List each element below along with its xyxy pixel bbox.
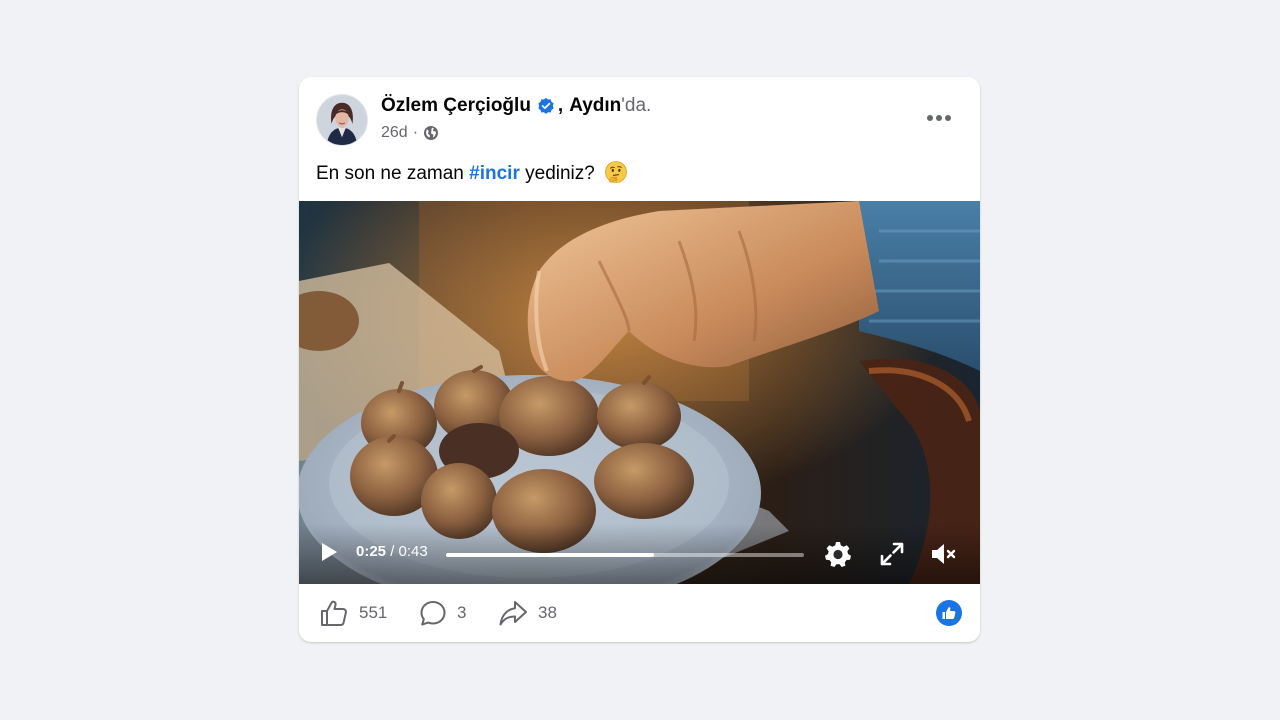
fullscreen-icon [880, 542, 904, 566]
like-count: 551 [359, 603, 388, 622]
meta-dot: · [412, 124, 419, 141]
share-count: 38 [538, 603, 557, 622]
settings-button[interactable] [824, 540, 852, 568]
post-meta: 26d · [381, 124, 439, 142]
engagement-bar: 551 3 38 [299, 584, 980, 642]
post-caption: En son ne zaman #incir yediniz? [316, 160, 628, 185]
share-button[interactable]: 38 [498, 584, 557, 642]
globe-icon[interactable] [423, 125, 439, 141]
comment-count: 3 [457, 603, 467, 622]
comment-bubble-icon [420, 601, 446, 626]
location-suffix: 'da. [621, 95, 652, 116]
author-avatar[interactable] [316, 94, 368, 146]
total-duration: 0:43 [398, 543, 428, 560]
author-line: Özlem Çerçioğlu , Aydın'da. [381, 95, 651, 117]
video-controls: 0:25 / 0:43 [299, 524, 980, 584]
author-name[interactable]: Özlem Çerçioğlu [381, 95, 531, 117]
fullscreen-button[interactable] [878, 540, 906, 568]
like-reaction-badge[interactable] [936, 600, 962, 626]
verified-badge-icon [537, 97, 555, 115]
post-timestamp[interactable]: 26d [381, 124, 408, 142]
video-progress-fill [446, 553, 654, 557]
more-options-icon [927, 115, 951, 121]
like-button[interactable]: 551 [319, 584, 387, 642]
video-player[interactable]: 0:25 / 0:43 [299, 201, 980, 584]
thinking-face-emoji-icon [604, 160, 628, 184]
location-link[interactable]: Aydın [569, 95, 621, 117]
hashtag-link[interactable]: #incir [469, 163, 520, 184]
play-button[interactable] [317, 540, 341, 564]
caption-text-before: En son ne zaman [316, 163, 470, 184]
thumbs-up-filled-icon [942, 607, 956, 619]
post-card: Özlem Çerçioğlu , Aydın'da. 26d · En son… [299, 77, 980, 642]
share-arrow-icon [499, 601, 527, 626]
comment-button[interactable]: 3 [419, 584, 466, 642]
thumbs-up-icon [321, 600, 347, 626]
caption-text-after: yediniz? [519, 163, 595, 184]
more-options-button[interactable] [920, 105, 958, 131]
gear-icon [825, 542, 851, 567]
mute-button[interactable] [929, 540, 957, 568]
time-separator: / [386, 543, 399, 560]
name-separator: , [557, 95, 564, 116]
speaker-muted-icon [932, 544, 956, 564]
current-time: 0:25 [356, 543, 387, 560]
play-icon [322, 543, 337, 561]
video-time: 0:25 / 0:43 [356, 543, 428, 560]
video-progress-bar[interactable] [446, 553, 804, 557]
